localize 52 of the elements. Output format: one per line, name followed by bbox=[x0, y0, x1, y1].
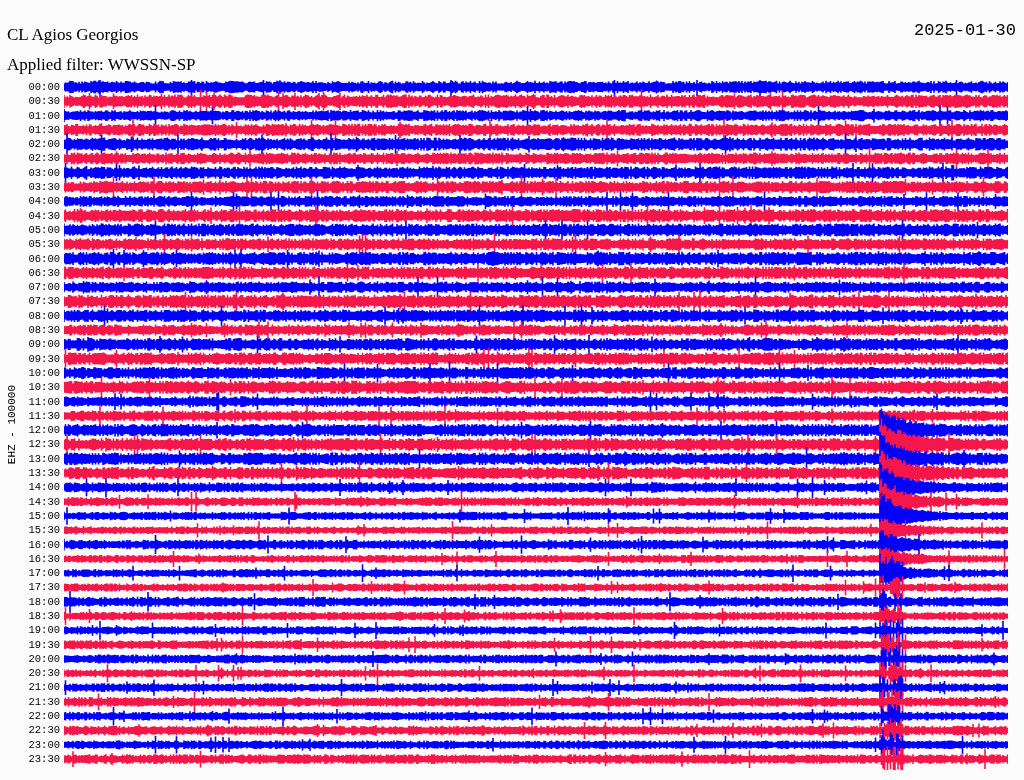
time-label: 12:00 bbox=[27, 423, 61, 438]
time-label: 04:00 bbox=[27, 194, 61, 209]
time-label: 17:30 bbox=[27, 580, 61, 595]
time-label: 20:30 bbox=[27, 666, 61, 681]
time-label: 07:30 bbox=[27, 294, 61, 309]
time-label: 05:00 bbox=[27, 222, 61, 238]
time-label: 06:00 bbox=[27, 251, 61, 266]
time-label: 02:30 bbox=[27, 151, 61, 166]
time-label: 00:00 bbox=[27, 80, 61, 95]
time-label: 05:30 bbox=[27, 237, 61, 252]
station-name: CL Agios Georgios bbox=[7, 24, 140, 46]
time-label: 21:00 bbox=[27, 680, 61, 695]
time-label: 19:30 bbox=[27, 637, 61, 652]
time-label: 11:00 bbox=[27, 394, 61, 409]
date-label: 2025-01-30 bbox=[913, 20, 1016, 42]
time-label: 03:00 bbox=[27, 165, 61, 181]
time-label: 13:30 bbox=[27, 466, 61, 481]
time-label: 01:30 bbox=[27, 122, 61, 138]
channel-axis-label: EHZ - 100000 bbox=[6, 385, 18, 465]
time-label: 01:00 bbox=[27, 108, 61, 123]
time-label: 22:00 bbox=[27, 709, 61, 724]
time-label: 22:30 bbox=[27, 723, 61, 738]
time-label: 14:00 bbox=[27, 480, 61, 495]
time-label: 04:30 bbox=[27, 208, 61, 223]
time-label: 19:00 bbox=[27, 623, 61, 638]
time-label: 17:00 bbox=[27, 566, 61, 581]
time-label: 18:30 bbox=[27, 609, 61, 624]
time-label: 11:30 bbox=[27, 408, 61, 424]
time-label: 21:30 bbox=[27, 694, 61, 710]
time-label: 08:00 bbox=[27, 308, 61, 324]
time-label: 09:30 bbox=[27, 351, 61, 366]
time-label: 16:00 bbox=[27, 537, 61, 552]
time-label: 10:00 bbox=[27, 365, 61, 381]
time-label: 02:00 bbox=[27, 137, 61, 152]
time-label: 03:30 bbox=[27, 180, 61, 195]
time-label: 14:30 bbox=[27, 494, 61, 509]
time-label: 07:00 bbox=[27, 280, 61, 295]
time-label: 00:30 bbox=[27, 94, 61, 109]
time-label: 23:00 bbox=[27, 737, 61, 752]
time-label: 13:00 bbox=[27, 451, 61, 466]
time-label: 08:30 bbox=[27, 323, 61, 338]
time-label: 06:30 bbox=[27, 265, 61, 281]
time-label: 16:30 bbox=[27, 551, 61, 567]
time-label: 12:30 bbox=[27, 437, 61, 452]
time-label: 15:30 bbox=[27, 523, 61, 538]
time-label: 09:00 bbox=[27, 337, 61, 352]
time-label: 15:00 bbox=[27, 508, 61, 524]
time-label: 10:30 bbox=[27, 380, 61, 395]
time-label: 18:00 bbox=[27, 594, 61, 609]
filter-label: Applied filter: WWSSN-SP bbox=[7, 54, 196, 76]
time-label: 20:00 bbox=[27, 651, 61, 667]
time-label: 23:30 bbox=[27, 751, 61, 767]
